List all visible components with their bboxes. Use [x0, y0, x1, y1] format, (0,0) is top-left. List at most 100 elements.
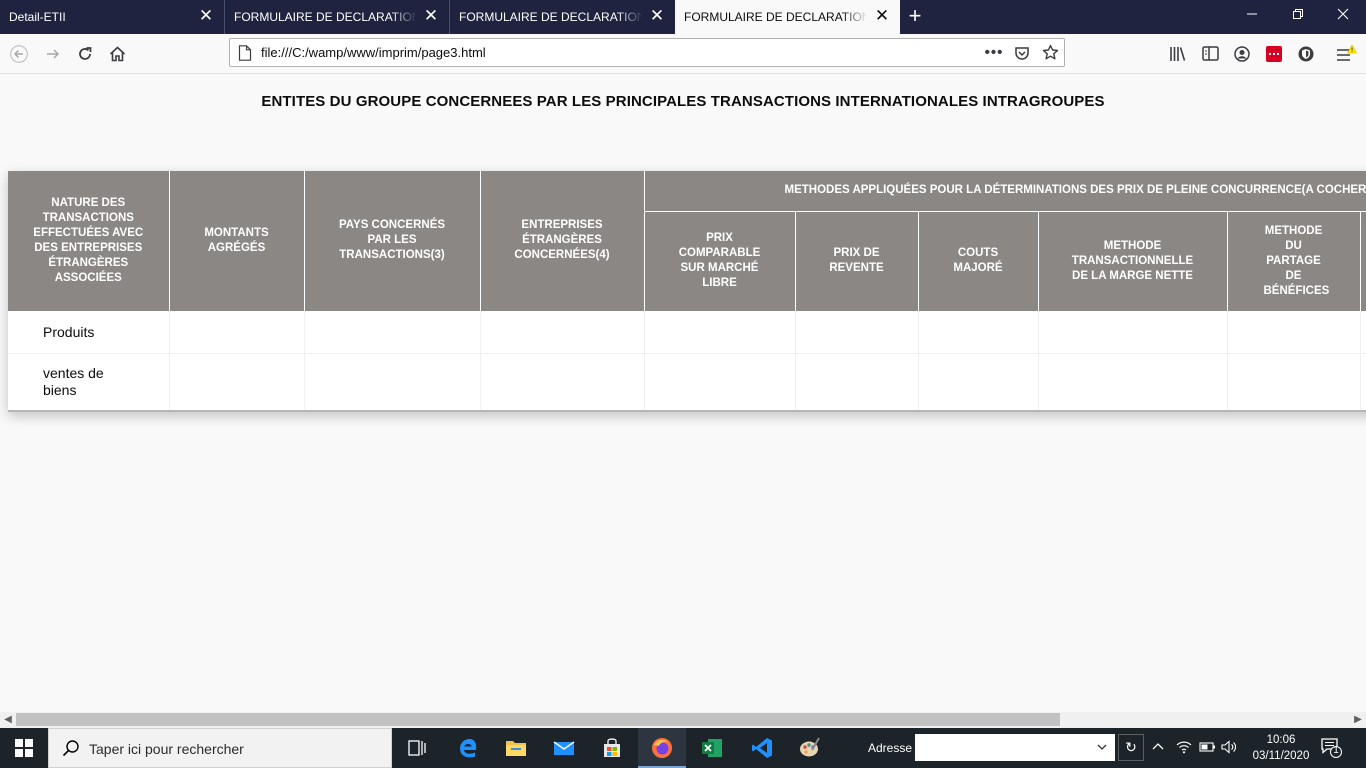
tab-formulaire-2[interactable]: FORMULAIRE DE DECLARATION DE ✕: [450, 0, 675, 34]
cell-couts-majore[interactable]: [918, 353, 1039, 412]
start-button[interactable]: [0, 728, 48, 768]
header-prix-revente: PRIX DE REVENTE: [795, 211, 919, 312]
cell-pays[interactable]: [304, 311, 481, 354]
system-clock[interactable]: 10:06 03/11/2020: [1248, 732, 1314, 764]
minimize-icon[interactable]: [1229, 0, 1275, 34]
tab-title: Detail-ETII: [9, 10, 66, 24]
windows-logo-icon: [15, 739, 33, 757]
search-placeholder: Taper ici pour rechercher: [89, 741, 244, 757]
windows-taskbar: Taper ici pour rechercher Adresse ↻ 10:0…: [0, 728, 1366, 768]
header-methodes-group: METHODES APPLIQUÉES POUR LA DÉTERMINATIO…: [644, 171, 1366, 212]
new-tab-icon[interactable]: +: [903, 5, 927, 29]
close-tab-icon[interactable]: ✕: [874, 7, 890, 24]
file-explorer-icon[interactable]: [492, 728, 540, 768]
close-tab-icon[interactable]: ✕: [198, 7, 214, 24]
close-tab-icon[interactable]: ✕: [649, 7, 665, 24]
scroll-left-arrow-icon[interactable]: ◀: [0, 712, 16, 728]
show-hidden-icons-chevron-icon[interactable]: [1152, 738, 1164, 756]
cell-prix-comparable[interactable]: [644, 353, 796, 412]
cell-truncated: [1360, 311, 1366, 354]
row-label-text: ventes de biens: [43, 364, 104, 398]
mail-icon[interactable]: [540, 728, 588, 768]
cell-couts-majore[interactable]: [918, 311, 1039, 354]
page-actions-icon[interactable]: •••: [983, 42, 1005, 64]
tab-formulaire-1[interactable]: FORMULAIRE DE DECLARATION DE ✕: [225, 0, 450, 34]
back-button[interactable]: [6, 41, 32, 67]
sidebar-icon[interactable]: [1198, 41, 1222, 67]
tab-title: FORMULAIRE DE DECLARATION DE: [234, 10, 416, 24]
vscode-icon[interactable]: [738, 728, 786, 768]
cell-methode-partage[interactable]: [1227, 353, 1361, 412]
restore-icon[interactable]: [1275, 0, 1321, 34]
clock-time: 10:06: [1266, 734, 1296, 746]
chevron-down-icon[interactable]: [1097, 738, 1107, 755]
cell-prix-revente[interactable]: [795, 311, 919, 354]
cell-methode-marge[interactable]: [1038, 353, 1228, 412]
tab-strip: Detail-ETII ✕ FORMULAIRE DE DECLARATION …: [0, 0, 1366, 34]
action-center-icon[interactable]: 1: [1320, 736, 1346, 760]
cell-entreprises[interactable]: [480, 311, 645, 354]
cell-entreprises[interactable]: [480, 353, 645, 412]
scroll-right-arrow-icon[interactable]: ▶: [1350, 712, 1366, 728]
header-nature-transactions: NATURE DES TRANSACTIONS EFFECTUÉES AVEC …: [8, 171, 170, 312]
cell-methode-partage[interactable]: [1227, 311, 1361, 354]
row-label-ventes-de-biens: ventes de biens: [8, 353, 170, 412]
row-label-produits: Produits: [8, 311, 170, 354]
header-methode-marge-nette: METHODE TRANSACTIONNELLE DE LA MARGE NET…: [1038, 211, 1228, 312]
wifi-icon[interactable]: [1176, 738, 1192, 757]
notification-count: 1: [1333, 745, 1339, 756]
address-toolbar-input[interactable]: [915, 734, 1115, 761]
url-text[interactable]: file:///C:/wamp/www/imprim/page3.html: [261, 45, 486, 60]
cell-prix-revente[interactable]: [795, 353, 919, 412]
header-montants-agreges: MONTANTS AGRÉGÉS: [169, 171, 305, 312]
taskbar-search-box[interactable]: Taper ici pour rechercher: [48, 728, 392, 768]
paint-icon[interactable]: [786, 728, 834, 768]
close-window-icon[interactable]: [1320, 0, 1366, 34]
header-truncated-column: [1360, 211, 1366, 312]
cell-montants[interactable]: [169, 311, 305, 354]
clock-date: 03/11/2020: [1252, 750, 1310, 762]
firefox-icon[interactable]: [638, 728, 686, 768]
cell-pays[interactable]: [304, 353, 481, 412]
horizontal-scrollbar[interactable]: ◀ ▶: [0, 712, 1366, 728]
volume-icon[interactable]: [1221, 738, 1239, 757]
cell-methode-marge[interactable]: [1038, 311, 1228, 354]
tab-title: FORMULAIRE DE DECLARATION DE: [684, 10, 866, 24]
task-view-icon[interactable]: [392, 728, 440, 768]
address-toolbar-label: Adresse: [868, 741, 913, 755]
header-methodes-text: METHODES APPLIQUÉES POUR LA DÉTERMINATIO…: [784, 184, 1366, 197]
table-row: ventes de biens: [8, 353, 1366, 412]
extension-shield-icon[interactable]: [1294, 41, 1318, 67]
header-pays-concernes: PAYS CONCERNÉS PAR LES TRANSACTIONS(3): [304, 171, 481, 312]
cell-montants[interactable]: [169, 353, 305, 412]
home-button[interactable]: [104, 41, 130, 67]
declaration-table-container: NATURE DES TRANSACTIONS EFFECTUÉES AVEC …: [8, 171, 1366, 412]
scrollbar-thumb[interactable]: [16, 713, 1060, 726]
tab-detail-etii[interactable]: Detail-ETII ✕: [0, 0, 225, 34]
address-refresh-icon[interactable]: ↻: [1118, 734, 1144, 761]
header-couts-majore: COUTS MAJORÉ: [918, 211, 1039, 312]
forward-button[interactable]: [40, 41, 66, 67]
header-prix-comparable: PRIX COMPARABLE SUR MARCHÉ LIBRE: [644, 211, 796, 312]
cell-truncated: [1360, 353, 1366, 412]
battery-icon[interactable]: [1199, 738, 1217, 756]
table-row: Produits: [8, 311, 1366, 354]
menu-icon[interactable]: [1334, 41, 1358, 67]
close-tab-icon[interactable]: ✕: [423, 7, 439, 24]
extension-red-icon[interactable]: [1262, 41, 1286, 67]
cell-prix-comparable[interactable]: [644, 311, 796, 354]
header-methode-partage: METHODE DU PARTAGE DE BÉNÉFICES: [1227, 211, 1361, 312]
edge-icon[interactable]: [444, 728, 492, 768]
navigation-toolbar: file:///C:/wamp/www/imprim/page3.html ••…: [0, 34, 1366, 74]
reload-button[interactable]: [72, 41, 98, 67]
excel-icon[interactable]: [688, 728, 736, 768]
search-icon: [62, 739, 80, 762]
library-icon[interactable]: [1166, 41, 1190, 67]
tab-formulaire-3-active[interactable]: FORMULAIRE DE DECLARATION DE ✕: [675, 0, 900, 34]
url-bar[interactable]: file:///C:/wamp/www/imprim/page3.html ••…: [229, 38, 1065, 67]
account-icon[interactable]: [1230, 41, 1254, 67]
pocket-icon[interactable]: [1011, 42, 1033, 64]
store-icon[interactable]: [588, 728, 636, 768]
page-icon: [238, 45, 252, 61]
bookmark-star-icon[interactable]: [1039, 42, 1061, 64]
